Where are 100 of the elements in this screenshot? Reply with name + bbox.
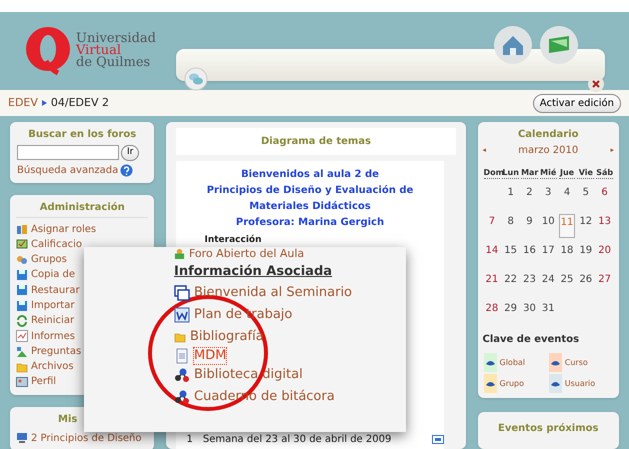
admin-menu-item[interactable]: Reiniciar — [16, 313, 74, 329]
document-icon — [174, 306, 190, 322]
legend-swatch[interactable] — [484, 353, 496, 372]
calendar-day[interactable]: 29 — [503, 301, 518, 315]
legend-title: Clave de eventos — [482, 333, 580, 347]
calendar-day[interactable]: 3 — [544, 185, 552, 199]
calendar-day[interactable]: 6 — [600, 185, 609, 199]
legend-swatch[interactable] — [484, 374, 496, 393]
panel-title: Calendario — [516, 128, 580, 142]
eye-icon — [486, 380, 494, 386]
molecule-icon — [174, 388, 190, 404]
cycle-icon — [16, 314, 28, 327]
calendar-day[interactable]: 8 — [506, 214, 515, 228]
eye-icon — [486, 360, 494, 366]
calendar-day[interactable]: 4 — [562, 185, 572, 199]
resource-link[interactable]: Bienvenida al Seminario — [174, 282, 352, 304]
arrow-icon — [42, 100, 47, 106]
panel-title: Administración — [16, 200, 148, 218]
advanced-search-link[interactable]: Búsqueda avanzada — [17, 162, 118, 178]
calendar-day[interactable]: 25 — [560, 272, 574, 286]
resource-link[interactable]: MDM — [174, 348, 226, 364]
forum-link[interactable]: Foro Abierto del Aula — [174, 247, 304, 260]
people-icon — [16, 254, 28, 266]
admin-menu-item[interactable]: Importar — [16, 298, 74, 314]
calendar-day[interactable]: 16 — [522, 243, 537, 257]
calendar-day[interactable]: 18 — [560, 243, 574, 257]
admin-menu-item[interactable]: Grupos — [16, 252, 67, 268]
calendar-day[interactable]: 28 — [484, 301, 500, 315]
calendar-day[interactable]: 7 — [488, 214, 496, 228]
folder-icon — [174, 330, 186, 342]
section-label: Interacción — [203, 234, 262, 247]
folder-icon — [16, 360, 28, 373]
panel-title: Mis — [58, 412, 78, 427]
admin-menu-item[interactable]: Calificacio — [16, 236, 82, 252]
admin-menu-item[interactable]: Archivos — [16, 359, 74, 374]
calendar-day[interactable]: 26 — [578, 272, 594, 286]
calendar-day[interactable]: 15 — [503, 243, 518, 257]
welcome-text: Bienvenidos al aula 2 de Principios de Diseño y Evaluación de Materiales Didácticos Profesora: Marina Gergich — [206, 168, 414, 230]
calendar-day[interactable]: 9 — [525, 214, 534, 228]
calendar-day[interactable]: 30 — [522, 301, 537, 315]
home-icon[interactable] — [493, 25, 533, 65]
calendar-day[interactable]: 1 — [506, 185, 515, 199]
weekday-label: Vie — [577, 168, 594, 179]
calendar-day[interactable]: 31 — [540, 301, 556, 315]
section-heading: Información Asociada — [174, 263, 332, 281]
course-link[interactable]: 2 Principios de Diseño — [16, 430, 148, 446]
month-title: marzo 2010 — [518, 144, 578, 158]
calendar-day[interactable]: 27 — [597, 272, 612, 286]
go-button[interactable]: Ir — [121, 145, 140, 160]
admin-menu-item[interactable]: Asignar roles — [16, 222, 96, 237]
help-icon[interactable] — [120, 164, 134, 176]
eye-icon — [550, 360, 560, 366]
profile-icon — [16, 376, 28, 388]
calendar-day[interactable]: 10 — [540, 214, 556, 228]
close-icon[interactable] — [587, 75, 605, 93]
weekday-label: Jue — [558, 168, 576, 179]
logo-text: Virtual — [76, 45, 122, 57]
calendar-day[interactable]: 19 — [578, 243, 594, 257]
calendar-day[interactable]: 5 — [582, 185, 590, 199]
legend-swatch[interactable] — [548, 374, 562, 393]
breadcrumb-link[interactable]: EDEV — [8, 94, 38, 112]
chart-icon — [16, 330, 28, 342]
week-number: 1 — [186, 433, 193, 447]
screen-icon[interactable] — [539, 25, 579, 65]
admin-menu-item[interactable]: Copia de — [16, 267, 76, 283]
admin-menu-item[interactable]: Perfil — [16, 374, 56, 390]
people-icon — [16, 223, 28, 236]
computer-icon — [16, 432, 28, 444]
panel-title: Diagrama de temas — [176, 128, 456, 155]
calendar-day[interactable]: 23 — [522, 272, 537, 286]
collapse-icon[interactable] — [432, 435, 444, 444]
calendar-day[interactable]: 14 — [484, 243, 500, 257]
logo-text: de Quilmes — [76, 57, 152, 69]
calendar-day[interactable]: 12 — [578, 214, 594, 228]
user-icon — [174, 248, 185, 259]
resource-link[interactable]: Biblioteca digital — [174, 364, 303, 386]
calendar-day[interactable]: 2 — [525, 185, 534, 199]
search-field[interactable] — [17, 145, 119, 160]
calendar-day[interactable]: 24 — [540, 272, 556, 286]
calendar-day[interactable]: 13 — [597, 214, 612, 228]
weekday-label: Lun — [502, 168, 520, 179]
admin-menu-item[interactable]: Preguntas — [16, 344, 82, 360]
logo-icon — [24, 26, 72, 76]
window-icon — [174, 284, 190, 300]
admin-menu-item[interactable]: Restaurar — [16, 282, 80, 298]
calendar-day[interactable]: 17 — [540, 243, 556, 257]
edit-button[interactable]: Activar edición — [532, 94, 621, 112]
calendar-day[interactable]: 11 — [558, 214, 576, 238]
week-title: Semana del 23 al 30 de abril de 2009 — [202, 433, 392, 447]
calendar-day[interactable]: 22 — [503, 272, 518, 286]
questions-icon — [16, 346, 28, 358]
legend-label: Global — [500, 356, 526, 368]
calendar-day[interactable]: 20 — [597, 243, 612, 257]
weekday-label: Mié — [540, 168, 557, 179]
legend-swatch[interactable] — [548, 353, 562, 372]
legend-label: Grupo — [500, 378, 524, 390]
grades-icon — [16, 238, 28, 250]
admin-menu-item[interactable]: Informes — [16, 328, 75, 344]
calendar-day[interactable]: 21 — [484, 272, 500, 286]
weekday-label: Sáb — [596, 168, 613, 179]
